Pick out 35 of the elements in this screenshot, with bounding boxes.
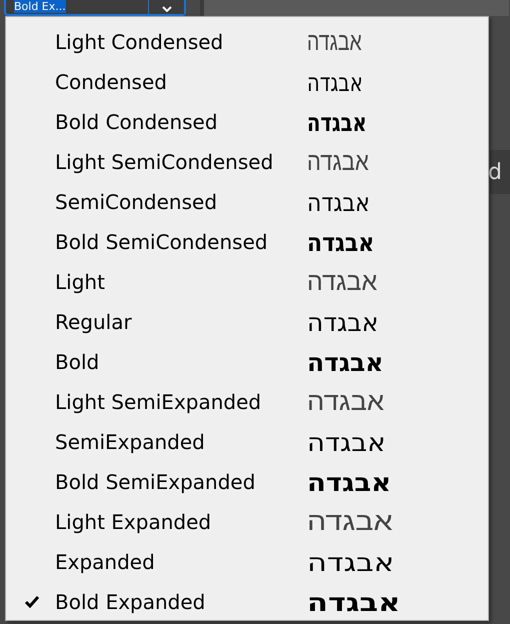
- font-sample: אבגדה: [307, 308, 378, 336]
- style-name: Regular: [55, 310, 133, 334]
- font-sample: אבגדה: [307, 588, 400, 616]
- style-name: Light Condensed: [55, 30, 224, 54]
- font-sample: אבגדה: [307, 267, 378, 297]
- checkmark-icon: [24, 596, 38, 608]
- style-name: Light: [55, 270, 106, 294]
- style-name: Light Expanded: [55, 510, 212, 534]
- font-sample: אבגדה: [307, 27, 362, 57]
- font-sample: אבגדה: [307, 348, 384, 376]
- font-sample: אבגדה: [307, 228, 374, 256]
- combo-value: Bold Ex...: [14, 0, 66, 13]
- font-sample: אבגדה: [307, 548, 394, 576]
- font-sample: אבגדה: [307, 108, 367, 136]
- style-name: SemiExpanded: [55, 430, 206, 454]
- style-name: SemiCondensed: [55, 190, 218, 214]
- font-sample: אבגדה: [307, 147, 369, 177]
- font-sample: אבגדה: [307, 188, 370, 216]
- font-sample: אבגדה: [307, 507, 393, 537]
- style-name: Bold SemiExpanded: [55, 470, 256, 494]
- style-name: Light SemiExpanded: [55, 390, 262, 414]
- background-text: d: [488, 160, 502, 184]
- font-sample: אבגדה: [307, 387, 384, 417]
- style-name: Bold SemiCondensed: [55, 230, 269, 254]
- style-name: Bold Expanded: [55, 590, 206, 614]
- font-sample: אבגדה: [307, 428, 386, 456]
- style-name: Bold: [55, 350, 100, 374]
- style-name: Expanded: [55, 550, 156, 574]
- font-sample: אבגדה: [307, 468, 392, 496]
- caret-icon: [162, 6, 172, 12]
- font-style-combo[interactable]: Bold Ex...: [4, 0, 186, 16]
- font-sample: אבגדה: [307, 68, 363, 96]
- style-name: Light SemiCondensed: [55, 150, 274, 174]
- style-name: Condensed: [55, 70, 168, 94]
- style-name: Bold Condensed: [55, 110, 219, 134]
